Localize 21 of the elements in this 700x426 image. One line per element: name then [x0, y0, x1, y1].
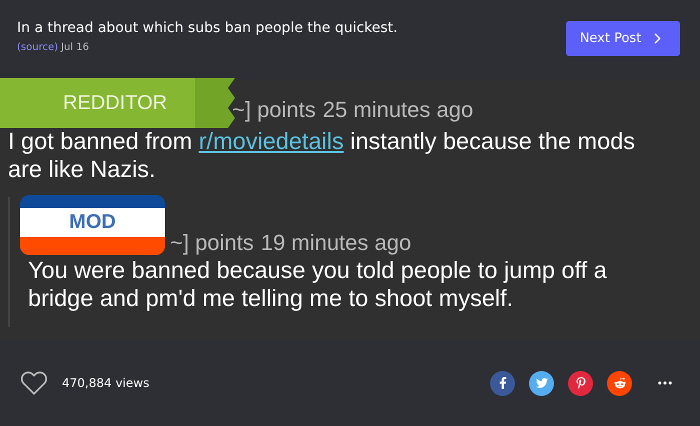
- post-date: Jul 16: [61, 42, 89, 53]
- next-post-button[interactable]: Next Post: [566, 21, 680, 56]
- comment-score: ~] points: [170, 230, 254, 256]
- share-button[interactable]: [568, 370, 593, 396]
- view-count: 470,884 views: [62, 376, 150, 390]
- comment-time: 25 minutes ago: [322, 97, 474, 123]
- comment-score: ~] points: [232, 97, 316, 123]
- pinterest-icon: [574, 377, 586, 389]
- share-button[interactable]: [490, 370, 515, 396]
- comment-time: 19 minutes ago: [260, 230, 412, 256]
- bird-icon: [536, 377, 548, 389]
- mod-sticker: MOD: [20, 195, 165, 255]
- reddit-alien-icon: [614, 377, 626, 389]
- subreddit-link[interactable]: r/moviedetails: [198, 128, 344, 154]
- source-link[interactable]: (source): [17, 42, 58, 53]
- comment-text: You were banned because you told people to jump off a bridge and pm'd me telling me to shoot myself.: [27, 256, 608, 312]
- share-button[interactable]: [529, 370, 554, 396]
- post-title: In a thread about which subs ban people the quickest.: [17, 20, 398, 36]
- share-button[interactable]: [607, 370, 632, 396]
- heart-icon[interactable]: [20, 369, 48, 397]
- comment-text: I got banned from r/moviedetails instantly because the mods are like Nazis.: [7, 127, 636, 183]
